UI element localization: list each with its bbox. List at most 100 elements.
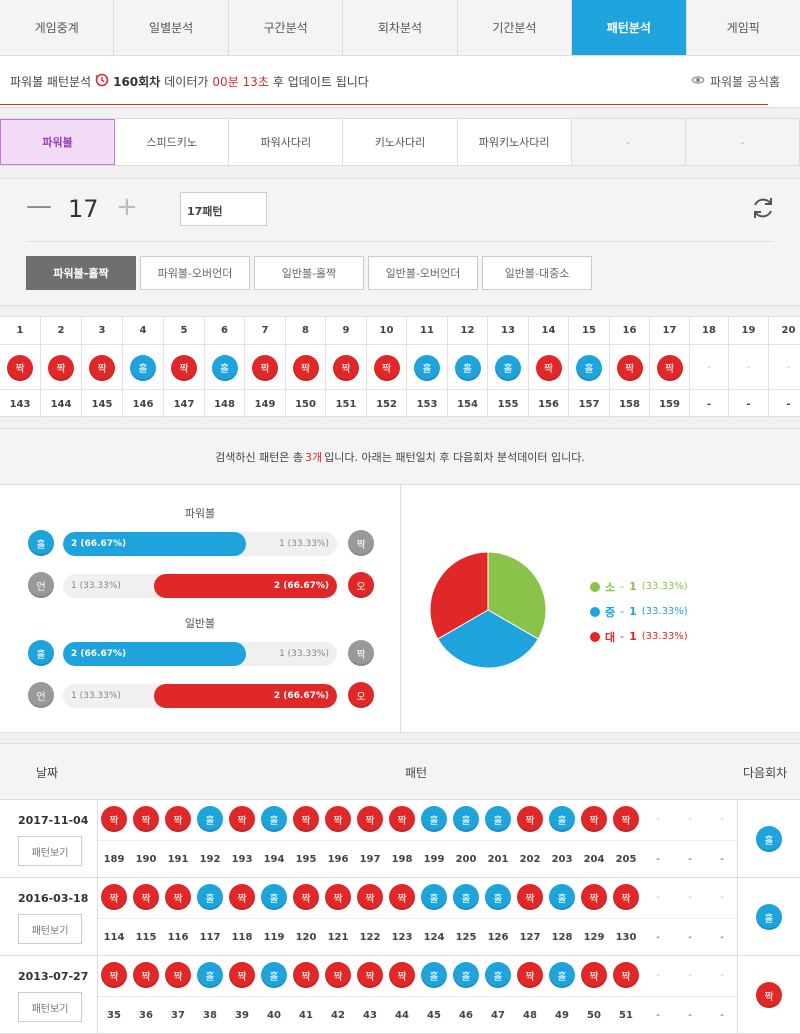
- stat-bar: 2 (66.67%) 1 (33.33%): [63, 684, 337, 708]
- empty-dash: -: [707, 362, 711, 373]
- history-ball: 짝: [165, 806, 191, 832]
- history-ball: 홀: [549, 884, 575, 910]
- tab-4[interactable]: 기간분석: [458, 0, 573, 55]
- sequence-round: 147: [173, 398, 195, 410]
- history-ball: 짝: [229, 884, 255, 910]
- history-round: 116: [167, 932, 189, 943]
- history-date: 2013-07-27: [18, 970, 89, 983]
- history-round: 128: [551, 932, 573, 943]
- pattern-tab-4[interactable]: 일반볼-대중소: [482, 256, 592, 290]
- history-round: 43: [363, 1010, 377, 1021]
- pattern-tab-3[interactable]: 일반볼-오버언더: [368, 256, 478, 290]
- update-info-bar: 파워볼 패턴분석 160회차 데이터가 00분 13초 후 업데이트 됩니다 파…: [0, 56, 800, 108]
- pattern-input[interactable]: 17패턴: [180, 192, 267, 226]
- history-round: 39: [235, 1010, 249, 1021]
- view-pattern-button[interactable]: 패턴보기: [18, 992, 82, 1022]
- legend-item: 중 -1 (33.33%): [590, 599, 688, 624]
- empty-dash: -: [688, 1010, 692, 1021]
- sequence-number: 20: [769, 317, 800, 345]
- stat-bar-row: 언 오 2 (66.67%) 1 (33.33%): [28, 682, 374, 710]
- history-ball: 홀: [421, 806, 447, 832]
- legend-label: 대: [605, 630, 616, 644]
- pattern-tab-0[interactable]: 파워볼-홀짝: [26, 256, 136, 290]
- sequence-round: 145: [91, 398, 113, 410]
- sequence-ball-cell: 홀: [205, 346, 244, 390]
- increase-button[interactable]: +: [116, 194, 138, 220]
- history-cell: 짝 127: [514, 878, 546, 956]
- history-ball: 홀: [261, 962, 287, 988]
- tab-6[interactable]: 게임픽: [687, 0, 800, 55]
- history-cell: 짝 193: [226, 800, 258, 878]
- sequence-column: 20 - -: [769, 317, 800, 417]
- tab-1[interactable]: 일별분석: [114, 0, 229, 55]
- empty-dash: -: [746, 362, 751, 373]
- sequence-number: 14: [529, 317, 568, 345]
- header-pattern: 패턴: [405, 766, 428, 780]
- history-cell: 짝 197: [354, 800, 386, 878]
- history-round: 201: [487, 854, 509, 865]
- history-round: 35: [107, 1010, 121, 1021]
- history-cell: 홀 117: [194, 878, 226, 956]
- refresh-icon[interactable]: [750, 195, 776, 221]
- history-round: 124: [423, 932, 445, 943]
- sequence-round: 148: [214, 398, 235, 410]
- history-ball: 짝: [101, 884, 127, 910]
- stats-divider: [400, 485, 401, 733]
- game-tabs: 파워볼 스피드키노 파워사다리 키노사다리 파워키노사다리 - -: [0, 118, 800, 166]
- history-date-cell: 2017-11-04 패턴보기: [0, 800, 98, 878]
- sequence-column: 19 - -: [729, 317, 769, 417]
- pattern-tab-1[interactable]: 파워볼-오버언더: [140, 256, 250, 290]
- empty-dash: -: [688, 932, 692, 943]
- pattern-tab-2[interactable]: 일반볼-홀짝: [254, 256, 364, 290]
- history-cell: 짝 129: [578, 878, 610, 956]
- official-home-link[interactable]: 파워볼 공식홈: [690, 73, 780, 90]
- history-round: 127: [519, 932, 541, 943]
- game-tab-2[interactable]: 파워사다리: [229, 119, 344, 165]
- right-label-ball: 오: [348, 572, 374, 598]
- history-ball: 홀: [549, 806, 575, 832]
- sequence-number: 5: [164, 317, 204, 345]
- empty-dash: -: [656, 854, 660, 865]
- right-label-ball: 오: [348, 682, 374, 708]
- sequence-round: 146: [132, 398, 154, 410]
- game-tab-1[interactable]: 스피드키노: [115, 119, 230, 165]
- view-pattern-button[interactable]: 패턴보기: [18, 914, 82, 944]
- decrease-button[interactable]: —: [26, 193, 52, 219]
- sequence-column: 16 짝 158: [610, 317, 650, 417]
- history-round: 37: [171, 1010, 185, 1021]
- empty-dash: -: [786, 362, 791, 373]
- sequence-ball-cell: 홀: [448, 346, 487, 390]
- legend-count: 1: [629, 630, 637, 643]
- legend-pct: (33.33%): [641, 606, 688, 617]
- sequence-ball-cell: 짝: [650, 346, 689, 390]
- history-round: 126: [487, 932, 509, 943]
- result-count: 3개: [305, 450, 323, 464]
- empty-dash: -: [720, 854, 724, 865]
- tab-3[interactable]: 회차분석: [343, 0, 458, 55]
- history-date: 2017-11-04: [18, 814, 89, 827]
- history-cell: 짝 121: [322, 878, 354, 956]
- history-cell: 짝 120: [290, 878, 322, 956]
- sequence-ball-cell: 짝: [326, 346, 366, 390]
- sequence-column: 3 짝 145: [82, 317, 123, 417]
- history-cell: 짝 48: [514, 956, 546, 1034]
- sequence-ball-cell: 짝: [367, 346, 406, 390]
- history-cell: 짝 50: [578, 956, 610, 1034]
- game-tab-3[interactable]: 키노사다리: [343, 119, 458, 165]
- history-header: 날짜 패턴 다음회차: [0, 744, 800, 800]
- legend-item: 소 -1 (33.33%): [590, 574, 688, 599]
- view-pattern-button[interactable]: 패턴보기: [18, 836, 82, 866]
- history-round: 120: [295, 932, 317, 943]
- empty-dash: -: [688, 854, 692, 865]
- tab-5[interactable]: 패턴분석: [572, 0, 687, 55]
- tab-2[interactable]: 구간분석: [229, 0, 344, 55]
- current-sequence-table: 1 짝 143 2 짝 144 3 짝 145 4 홀 146 5 짝 147 6 홀 148 7 짝 149 8 짝 150…: [0, 316, 800, 417]
- game-tab-4[interactable]: 파워키노사다리: [457, 119, 572, 165]
- sequence-round: 144: [50, 398, 72, 410]
- history-round: 41: [299, 1010, 313, 1021]
- sequence-ball-cell: 짝: [529, 346, 568, 390]
- history-ball: 짝: [613, 962, 639, 988]
- game-tab-0[interactable]: 파워볼: [0, 119, 116, 165]
- tab-0[interactable]: 게임중계: [0, 0, 115, 55]
- sequence-round: -: [786, 398, 791, 410]
